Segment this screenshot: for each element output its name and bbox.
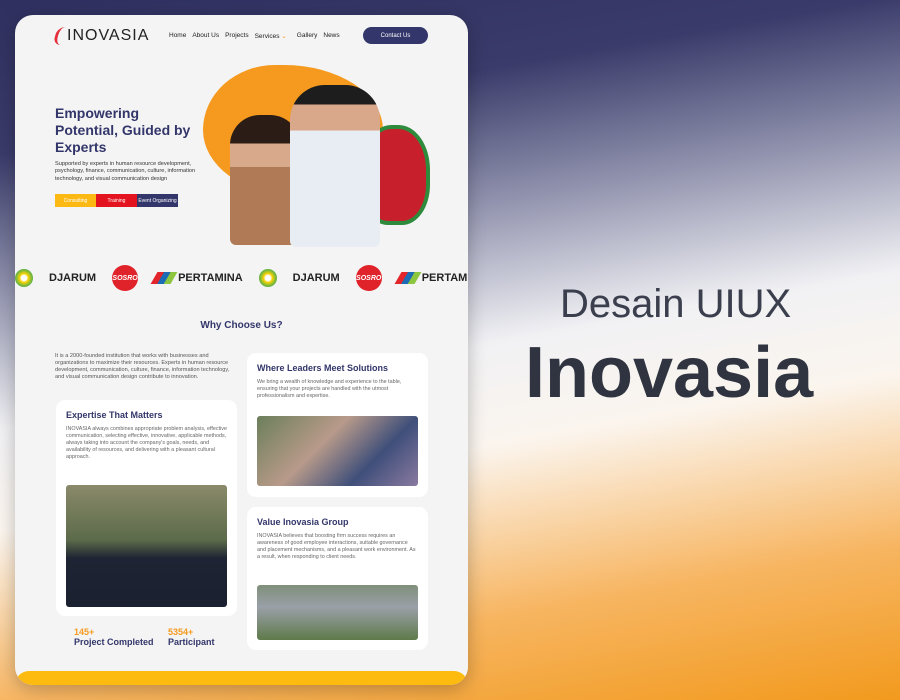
footer-bar <box>15 671 468 685</box>
pertamina-mark-icon <box>150 272 178 284</box>
card-leaders: Where Leaders Meet Solutions We bring a … <box>247 353 428 497</box>
nav-gallery[interactable]: Gallery <box>297 32 318 40</box>
logo-mark-icon <box>52 27 68 45</box>
stat-value: 5354+ <box>168 627 194 637</box>
nav-home[interactable]: Home <box>169 32 186 40</box>
tag-consulting[interactable]: Consulting <box>55 194 96 207</box>
leaders-photo <box>257 416 418 486</box>
nav-projects[interactable]: Projects <box>225 32 248 40</box>
nav-services-label: Services <box>254 33 280 40</box>
djarum-logo: DJARUM <box>49 272 97 284</box>
sosro-logo: SOSRO <box>355 265 382 291</box>
logo[interactable]: INOVASIA <box>52 27 150 45</box>
tag-event-organizing[interactable]: Event Organizing <box>137 194 178 207</box>
card-title: Expertise That Matters <box>66 410 163 420</box>
expertise-photo <box>66 485 227 607</box>
pertamina-text: PERTAMINA <box>178 272 243 284</box>
pertamina-logo: PERTAMINA <box>150 272 243 284</box>
nav-services[interactable]: Services ⌄ <box>255 32 287 40</box>
stat-participants: 5354+ Participant <box>168 627 215 647</box>
hero-image <box>220 85 430 247</box>
chevron-down-icon: ⌄ <box>279 33 287 40</box>
card-value: Value Inovasia Group INOVASIA believes t… <box>247 507 428 650</box>
service-tags: Consulting Training Event Organizing <box>55 194 178 207</box>
value-photo <box>257 585 418 640</box>
stat-label: Participant <box>168 637 215 647</box>
bp-logo <box>15 269 33 287</box>
card-text: INOVASIA believes that boosting firm suc… <box>257 533 416 560</box>
stat-label: Project Completed <box>74 637 154 647</box>
pertamina-text: PERTAMINA <box>421 272 468 284</box>
card-expertise: Expertise That Matters INOVASIA always c… <box>56 400 237 616</box>
card-text: We bring a wealth of knowledge and exper… <box>257 379 402 399</box>
contact-button[interactable]: Contact Us <box>363 27 428 44</box>
partner-logos: DJARUM SOSRO PERTAMINA DJARUM SOSRO PERT… <box>15 265 468 291</box>
card-title: Where Leaders Meet Solutions <box>257 363 389 373</box>
person-man <box>290 85 380 247</box>
stat-value: 145+ <box>74 627 95 637</box>
navbar: INOVASIA Home About Us Projects Services… <box>15 25 468 49</box>
nav-about[interactable]: About Us <box>192 32 219 40</box>
pertamina-logo: PERTAMINA <box>394 272 468 284</box>
nav-menu: Home About Us Projects Services ⌄ Galler… <box>169 32 340 40</box>
djarum-logo: DJARUM <box>292 272 340 284</box>
hero-title: Empowering Potential, Guided by Experts <box>55 105 191 155</box>
why-title: Why Choose Us? <box>200 320 283 331</box>
tag-training[interactable]: Training <box>96 194 137 207</box>
why-intro: It is a 2000-founded institution that wo… <box>55 353 230 380</box>
card-text: INOVASIA always combines appropriate pro… <box>66 426 227 460</box>
pertamina-mark-icon <box>394 272 422 284</box>
sosro-logo: SOSRO <box>112 265 139 291</box>
nav-news[interactable]: News <box>323 32 339 40</box>
bp-logo <box>258 269 277 287</box>
headline-title: Inovasia <box>525 333 814 413</box>
stat-projects: 145+ Project Completed <box>74 627 154 647</box>
card-title: Value Inovasia Group <box>257 517 349 527</box>
website-mockup: INOVASIA Home About Us Projects Services… <box>15 15 468 685</box>
headline-subtitle: Desain UIUX <box>560 282 792 326</box>
hero-subtitle: Supported by experts in human resource d… <box>55 161 196 182</box>
logo-text: INOVASIA <box>67 27 150 44</box>
